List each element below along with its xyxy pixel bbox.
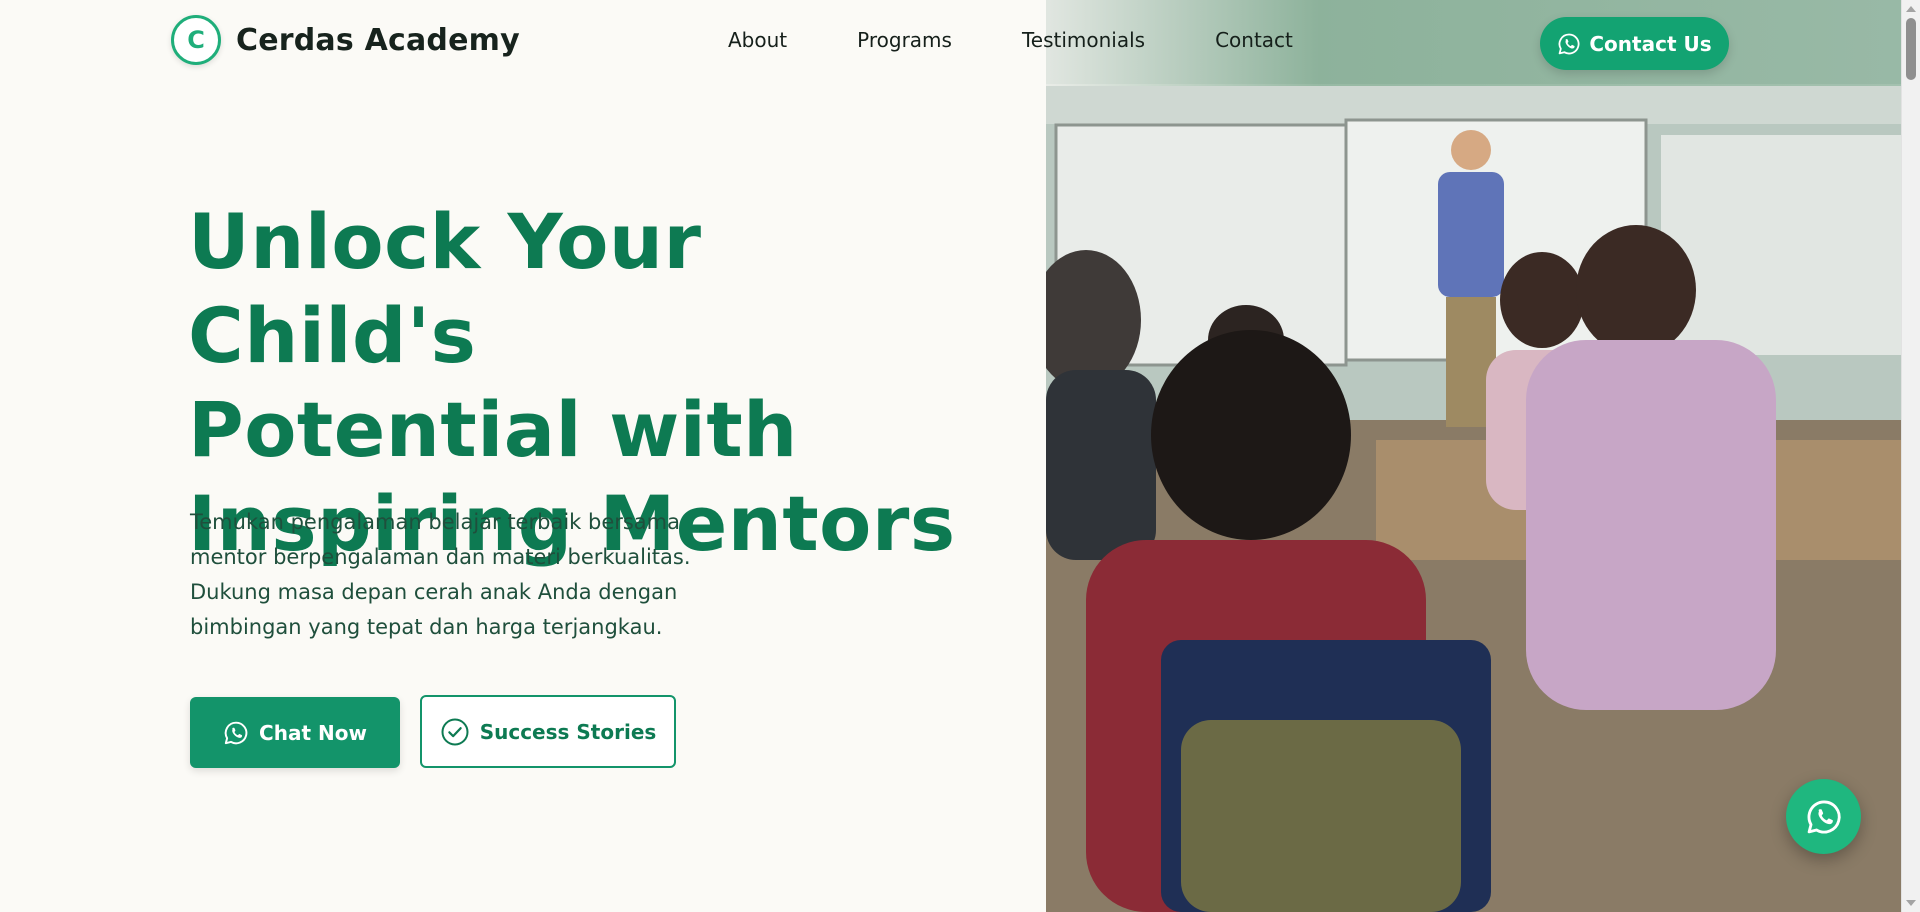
chat-now-label: Chat Now [259, 720, 367, 745]
contact-us-label: Contact Us [1589, 31, 1712, 56]
nav-link-about[interactable]: About [728, 28, 787, 52]
classroom-illustration [1046, 0, 1901, 912]
nav-link-contact[interactable]: Contact [1215, 28, 1293, 52]
brand-name: Cerdas Academy [236, 22, 520, 58]
hero-description: Temukan pengalaman belajar terbaik bersa… [190, 510, 691, 639]
hero-image-classroom [1046, 0, 1901, 912]
check-circle-icon [440, 717, 470, 747]
whatsapp-icon [223, 720, 249, 746]
page-scrollbar[interactable] [1901, 0, 1920, 912]
hero-title-line-2: Potential with [188, 385, 798, 474]
brand-logo[interactable]: C Cerdas Academy [171, 15, 520, 65]
chat-now-button[interactable]: Chat Now [190, 697, 400, 768]
hero-title-line-1: Unlock Your Child's [188, 197, 702, 380]
scrollbar-thumb[interactable] [1906, 18, 1916, 80]
main-nav: About Programs Testimonials Contact [728, 28, 1293, 52]
whatsapp-icon [1805, 798, 1843, 836]
nav-link-programs[interactable]: Programs [857, 28, 952, 52]
site-header: C Cerdas Academy About Programs Testimon… [0, 0, 1901, 86]
scroll-down-arrow-icon[interactable] [1906, 900, 1916, 906]
logo-mark: C [171, 15, 221, 65]
whatsapp-icon [1557, 32, 1581, 56]
nav-link-testimonials[interactable]: Testimonials [1022, 28, 1145, 52]
scroll-up-arrow-icon[interactable] [1906, 6, 1916, 12]
contact-us-button[interactable]: Contact Us [1540, 17, 1729, 70]
success-stories-label: Success Stories [479, 719, 657, 744]
floating-whatsapp-button[interactable] [1786, 779, 1861, 854]
success-stories-button[interactable]: Success Stories [420, 695, 676, 768]
